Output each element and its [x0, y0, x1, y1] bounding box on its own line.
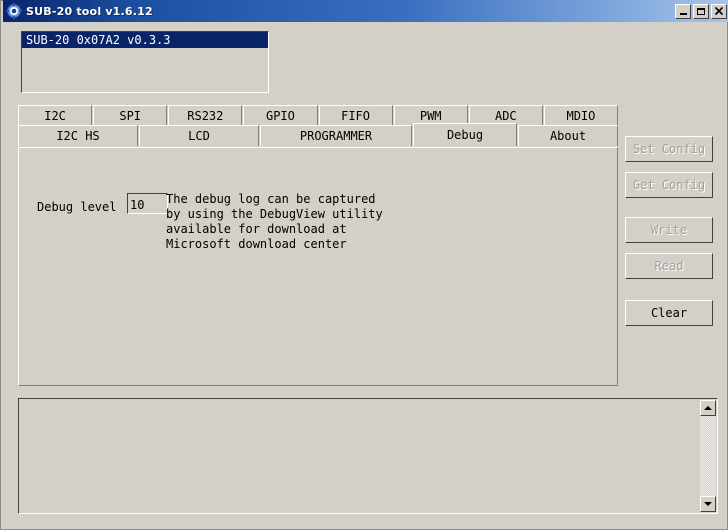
scroll-down-button[interactable]: [700, 496, 716, 512]
close-button[interactable]: [711, 3, 727, 19]
tab-mdio[interactable]: MDIO: [543, 105, 618, 126]
get-config-button[interactable]: Get Config: [625, 172, 713, 198]
tab-programmer[interactable]: PROGRAMMER: [260, 125, 412, 146]
tab-i2c[interactable]: I2C: [18, 105, 93, 126]
write-button[interactable]: Write: [625, 217, 713, 243]
set-config-button[interactable]: Set Config: [625, 136, 713, 162]
tab-row-2: I2C HS LCD PROGRAMMER Debug About: [18, 123, 618, 146]
device-list[interactable]: SUB-20 0x07A2 v0.3.3: [21, 31, 269, 93]
log-panel[interactable]: [18, 398, 718, 514]
close-icon: [714, 6, 724, 16]
window-controls: [675, 3, 727, 19]
clear-button[interactable]: Clear: [625, 300, 713, 326]
scroll-up-icon: [704, 406, 712, 410]
maximize-button[interactable]: [693, 3, 709, 19]
gear-icon: [6, 3, 22, 19]
tab-fifo[interactable]: FIFO: [318, 105, 393, 126]
tab-lcd[interactable]: LCD: [139, 125, 259, 146]
log-text: [21, 401, 699, 511]
app-window: SUB-20 tool v1.6.12 SUB-20 0x07A2 v0.3.3…: [0, 0, 728, 530]
tab-rs232[interactable]: RS232: [168, 105, 243, 126]
title-bar[interactable]: SUB-20 tool v1.6.12: [3, 0, 728, 22]
tab-debug[interactable]: Debug: [413, 123, 517, 146]
read-button[interactable]: Read: [625, 253, 713, 279]
tab-gpio[interactable]: GPIO: [243, 105, 318, 126]
tab-strip: I2C SPI RS232 GPIO FIFO PWM ADC MDIO I2C…: [18, 105, 618, 146]
tab-i2c-hs[interactable]: I2C HS: [18, 125, 138, 146]
tab-about[interactable]: About: [518, 125, 618, 146]
tab-spi[interactable]: SPI: [93, 105, 168, 126]
debug-tab-panel: Debug level The debug log can be capture…: [18, 147, 618, 386]
minimize-button[interactable]: [675, 3, 691, 19]
list-item[interactable]: SUB-20 0x07A2 v0.3.3: [22, 32, 268, 48]
debug-help-text: The debug log can be captured by using t…: [166, 192, 383, 251]
window-title: SUB-20 tool v1.6.12: [26, 4, 153, 18]
scroll-up-button[interactable]: [700, 400, 716, 416]
tab-row-1: I2C SPI RS232 GPIO FIFO PWM ADC MDIO: [18, 105, 618, 126]
log-scrollbar[interactable]: [700, 400, 716, 512]
scroll-down-icon: [704, 502, 712, 506]
debug-level-label: Debug level: [37, 200, 117, 214]
debug-level-input[interactable]: [127, 193, 168, 214]
